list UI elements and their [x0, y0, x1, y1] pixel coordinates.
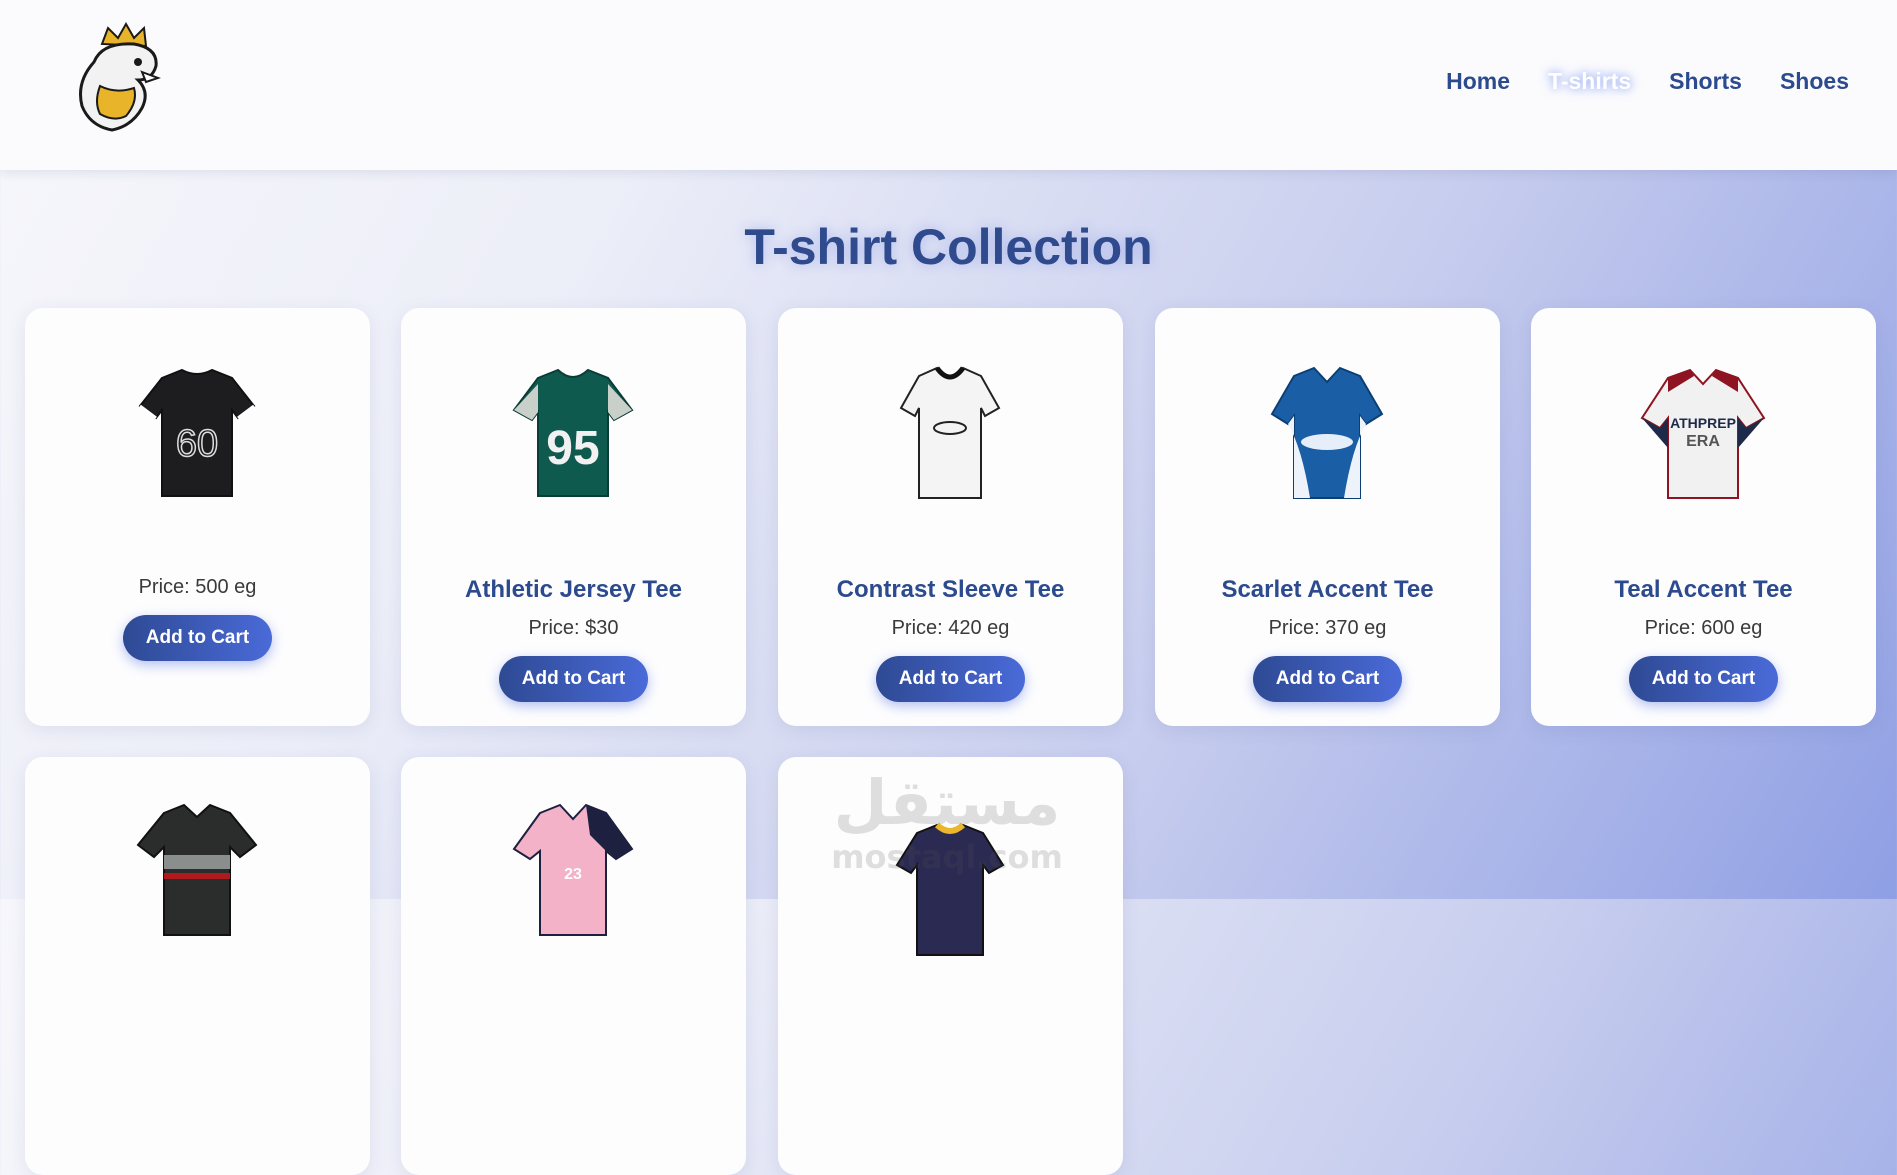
svg-text:23: 23	[564, 866, 582, 883]
add-to-cart-button[interactable]: Add to Cart	[123, 615, 272, 661]
tshirt-image[interactable]	[122, 795, 272, 945]
product-card: 23	[401, 757, 746, 1175]
product-card: 60 Price: 500 eg Add to Cart	[25, 308, 370, 726]
product-card	[25, 757, 370, 1175]
nav-tshirts[interactable]: T-shirts	[1546, 64, 1633, 99]
svg-text:60: 60	[176, 423, 218, 465]
product-price: Price: 600 eg	[1644, 617, 1763, 639]
tshirt-image[interactable]	[875, 815, 1025, 965]
product-price: Price: 500 eg	[138, 576, 257, 598]
page-title: T-shirt Collection	[744, 219, 1153, 275]
product-card: 95 Athletic Jersey Tee Price: $30 Add to…	[401, 308, 746, 726]
product-price: Price: 420 eg	[891, 617, 1010, 639]
product-card: ATHPREP ERA Teal Accent Tee Price: 600 e…	[1531, 308, 1876, 726]
tshirt-image[interactable]: ATHPREP ERA	[1628, 358, 1778, 508]
nav-shorts[interactable]: Shorts	[1667, 64, 1744, 99]
tshirt-image[interactable]	[1252, 358, 1402, 508]
tshirt-image[interactable]: 23	[498, 795, 648, 945]
product-price: Price: 370 eg	[1268, 617, 1387, 639]
product-price: Price: $30	[528, 617, 619, 639]
svg-text:95: 95	[546, 422, 599, 475]
nav-shoes[interactable]: Shoes	[1778, 64, 1851, 99]
nav-home[interactable]: Home	[1444, 64, 1512, 99]
svg-text:ATHPREP: ATHPREP	[1670, 415, 1736, 431]
main-nav: Home T-shirts Shorts Shoes	[1444, 64, 1851, 99]
product-card	[778, 757, 1123, 1175]
product-card: Contrast Sleeve Tee Price: 420 eg Add to…	[778, 308, 1123, 726]
tshirt-image[interactable]: 60	[122, 358, 272, 508]
cobra-king-logo-icon[interactable]	[72, 22, 172, 134]
product-name: Scarlet Accent Tee	[1221, 576, 1434, 603]
add-to-cart-button[interactable]: Add to Cart	[876, 656, 1025, 702]
site-header: Home T-shirts Shorts Shoes	[0, 0, 1897, 170]
tshirt-image[interactable]: 95	[498, 358, 648, 508]
product-name: Teal Accent Tee	[1614, 576, 1793, 603]
add-to-cart-button[interactable]: Add to Cart	[499, 656, 648, 702]
product-name: Athletic Jersey Tee	[465, 576, 682, 603]
svg-text:ERA: ERA	[1686, 433, 1720, 450]
add-to-cart-button[interactable]: Add to Cart	[1253, 656, 1402, 702]
tshirt-image[interactable]	[875, 358, 1025, 508]
add-to-cart-button[interactable]: Add to Cart	[1629, 656, 1778, 702]
product-card: Scarlet Accent Tee Price: 370 eg Add to …	[1155, 308, 1500, 726]
product-name: Contrast Sleeve Tee	[836, 576, 1065, 603]
